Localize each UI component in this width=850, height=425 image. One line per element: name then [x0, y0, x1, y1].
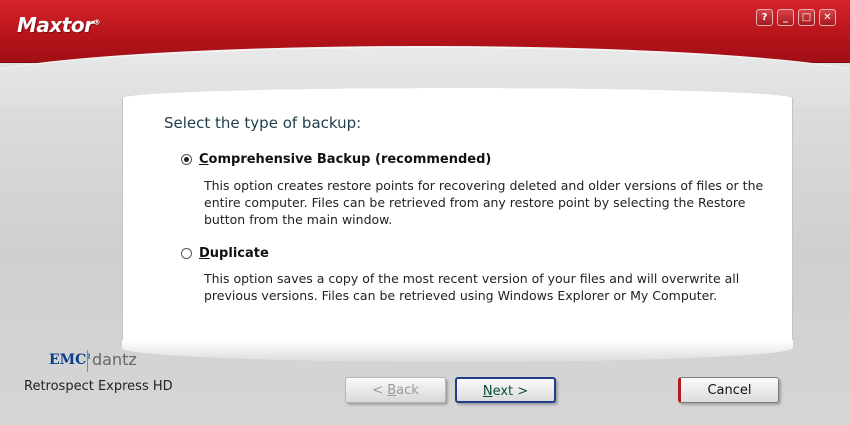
duplicate-label[interactable]: Duplicate — [199, 246, 269, 261]
cancel-button[interactable]: Cancel — [678, 377, 779, 403]
page-title: Select the type of backup: — [164, 114, 362, 132]
comprehensive-backup-radio[interactable] — [181, 154, 192, 165]
close-icon[interactable]: ✕ — [819, 9, 836, 26]
backup-wizard-window: Maxtor® ? _ □ ✕ Select the type of backu… — [0, 0, 850, 425]
help-icon[interactable]: ? — [756, 9, 773, 26]
maxtor-logo: Maxtor® — [17, 13, 100, 37]
comprehensive-backup-label[interactable]: Comprehensive Backup (recommended) — [199, 152, 491, 167]
comprehensive-backup-description: This option creates restore points for r… — [204, 178, 764, 227]
emc-logo: EMC2 — [49, 352, 91, 368]
duplicate-option[interactable]: Duplicate — [181, 246, 269, 261]
window-controls: ? _ □ ✕ — [756, 9, 836, 26]
maximize-icon[interactable]: □ — [798, 9, 815, 26]
duplicate-radio[interactable] — [181, 248, 192, 259]
next-button[interactable]: Next > — [455, 377, 556, 403]
product-name: Retrospect Express HD — [24, 379, 173, 394]
minimize-icon[interactable]: _ — [777, 9, 794, 26]
back-button[interactable]: < Back — [345, 377, 446, 403]
panel-bottom-decoration — [122, 340, 793, 362]
dantz-logo: dantz — [87, 350, 137, 372]
comprehensive-backup-option[interactable]: Comprehensive Backup (recommended) — [181, 152, 491, 167]
duplicate-description: This option saves a copy of the most rec… — [204, 271, 740, 303]
